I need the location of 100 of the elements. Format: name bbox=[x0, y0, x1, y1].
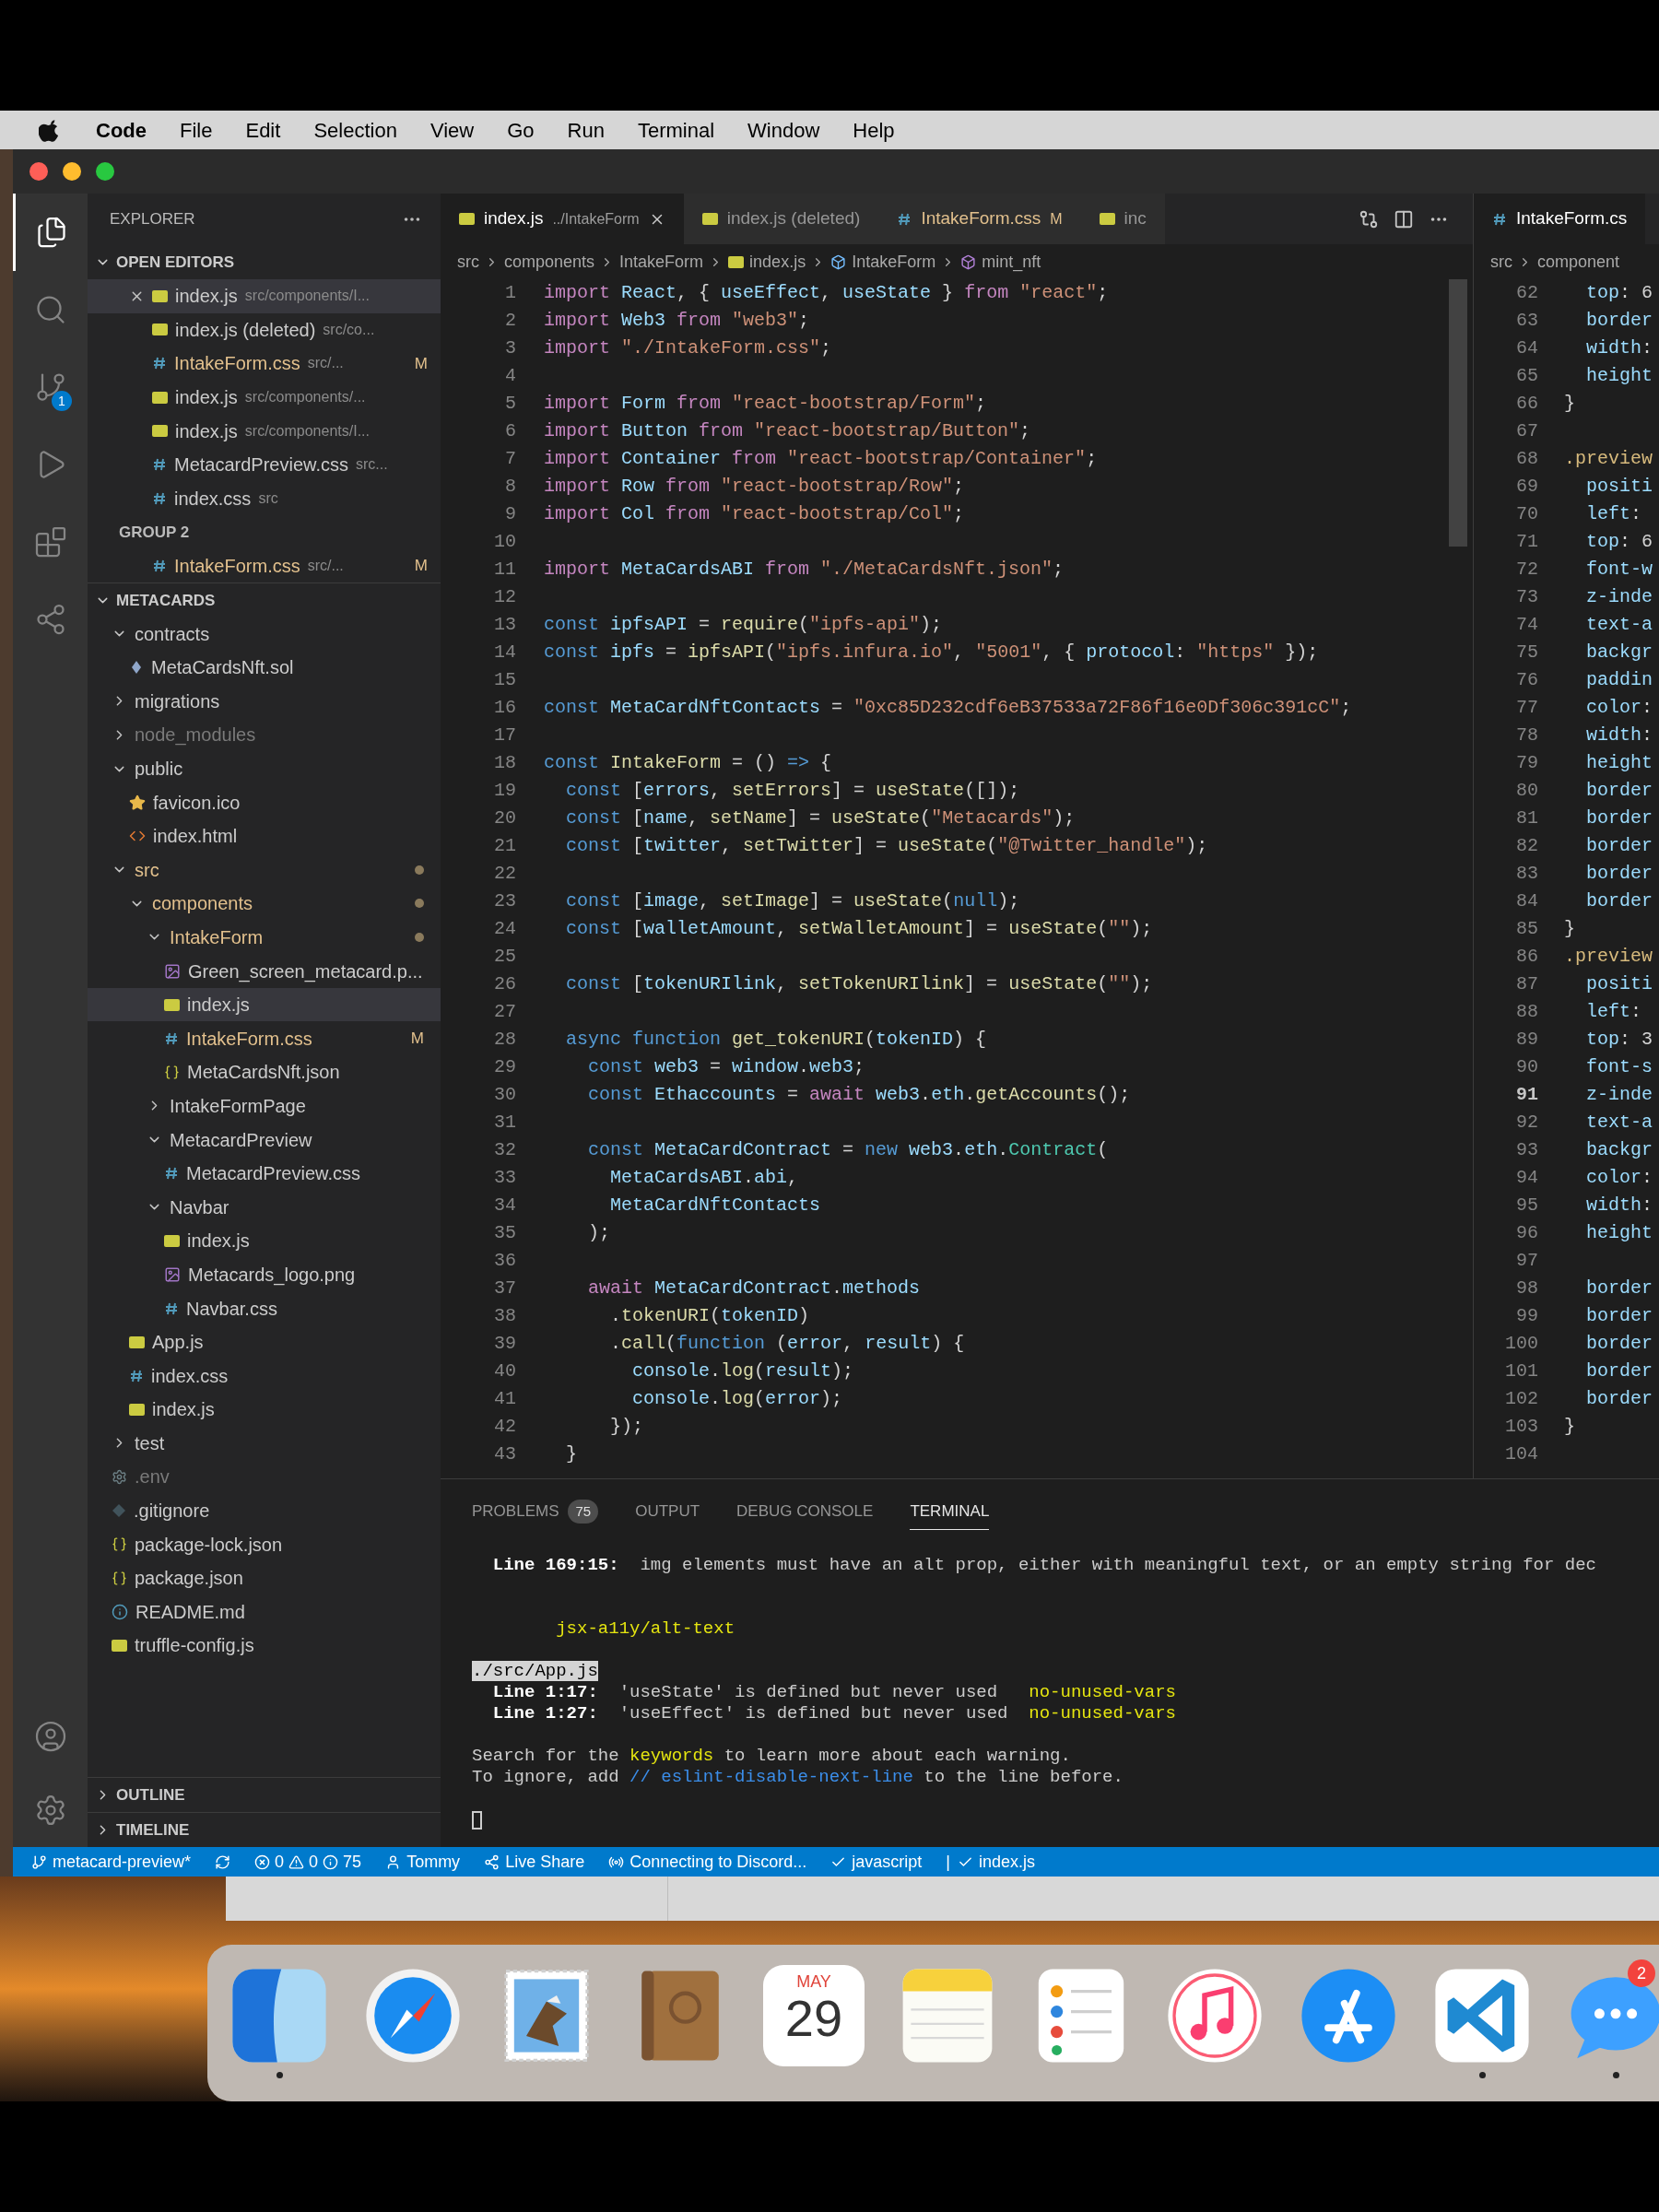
line-number: 28 bbox=[493, 1028, 516, 1052]
split-editor-icon[interactable] bbox=[1394, 208, 1414, 229]
line-number: 79 bbox=[1515, 751, 1538, 775]
breadcrumb[interactable]: mint_nft bbox=[982, 249, 1041, 275]
line-number: 27 bbox=[493, 1000, 516, 1024]
status-item[interactable]: index.js bbox=[958, 1849, 1036, 1875]
tree-item[interactable]: src bbox=[88, 853, 441, 888]
menu-item[interactable]: Code bbox=[96, 114, 147, 146]
compare-icon[interactable] bbox=[1359, 208, 1379, 229]
breadcrumb[interactable]: component bbox=[1537, 249, 1620, 275]
line-number: 7 bbox=[504, 447, 516, 471]
line-number: 82 bbox=[1515, 834, 1538, 858]
open-editor-item[interactable]: index.js src/components/... bbox=[88, 380, 441, 415]
tree-item[interactable]: MetacardPreview.css bbox=[88, 1156, 441, 1191]
tree-item[interactable]: IntakeFormPage bbox=[88, 1088, 441, 1124]
menu-item[interactable]: File bbox=[180, 114, 213, 146]
open-editor-item[interactable]: index.css src bbox=[88, 481, 441, 516]
tree-item[interactable]: Navbar.css bbox=[88, 1291, 441, 1325]
zoom-button[interactable] bbox=[96, 162, 114, 181]
panel-tab[interactable]: OUTPUT bbox=[635, 1493, 700, 1530]
close-window-button[interactable] bbox=[29, 162, 48, 181]
editor-tab[interactable]: index.js ../IntakeForm bbox=[441, 194, 684, 244]
tree-item[interactable]: IntakeForm.css M bbox=[88, 1021, 441, 1056]
panel-tab[interactable]: DEBUG CONSOLE bbox=[736, 1493, 874, 1530]
tree-item[interactable]: package.json bbox=[88, 1560, 441, 1595]
status-item[interactable]: javascript bbox=[830, 1849, 923, 1875]
open-editor-item[interactable]: index.js src/components/I... bbox=[88, 279, 441, 313]
tree-item[interactable]: package-lock.json bbox=[88, 1527, 441, 1561]
activity-item[interactable]: 1 bbox=[13, 348, 88, 426]
code-line: border bbox=[1585, 834, 1653, 858]
breadcrumb[interactable]: components bbox=[504, 249, 595, 275]
status-item[interactable]: Live Share bbox=[484, 1849, 585, 1875]
menu-item[interactable]: Selection bbox=[313, 114, 397, 146]
menu-item[interactable]: Go bbox=[507, 114, 535, 146]
tree-item[interactable]: components bbox=[88, 887, 441, 921]
calendar-icon[interactable]: MAY 29 bbox=[763, 1965, 865, 2066]
code-line: console.log(result); bbox=[631, 1359, 854, 1383]
tree-item[interactable]: favicon.ico bbox=[88, 785, 441, 819]
status-item[interactable]: metacard-preview* bbox=[31, 1849, 192, 1875]
menu-item[interactable]: Run bbox=[567, 114, 605, 146]
menu-item[interactable]: Window bbox=[747, 114, 820, 146]
status-item[interactable]: Tommy bbox=[385, 1849, 461, 1875]
editor-tab[interactable]: IntakeForm.css M bbox=[878, 194, 1081, 244]
breadcrumb[interactable]: IntakeForm bbox=[852, 249, 936, 275]
scrollbar[interactable] bbox=[1449, 279, 1467, 547]
section-header[interactable]: OPEN EDITORS bbox=[88, 245, 441, 279]
tree-item[interactable]: App.js bbox=[88, 1324, 441, 1359]
line-number: 41 bbox=[493, 1387, 516, 1411]
tree-item[interactable]: .gitignore bbox=[88, 1493, 441, 1528]
minimize-button[interactable] bbox=[63, 162, 81, 181]
tree-item[interactable]: .env bbox=[88, 1460, 441, 1494]
code-line: z-inde bbox=[1585, 1083, 1653, 1107]
panel-tab[interactable]: PROBLEMS 75 bbox=[472, 1493, 599, 1530]
breadcrumb[interactable]: IntakeForm bbox=[619, 249, 704, 275]
section-header[interactable]: METACARDS bbox=[88, 582, 441, 618]
tree-item[interactable]: index.js bbox=[88, 1393, 441, 1427]
tree-item[interactable]: migrations bbox=[88, 684, 441, 719]
breadcrumb[interactable]: src bbox=[1490, 249, 1512, 275]
problems-status[interactable]: 0 0 75 bbox=[254, 1849, 362, 1875]
tree-item[interactable]: MetaCardsNft.json bbox=[88, 1055, 441, 1089]
tree-item[interactable]: Navbar bbox=[88, 1190, 441, 1225]
menu-item[interactable]: Terminal bbox=[637, 114, 715, 146]
open-editor-item[interactable]: index.js (deleted) src/co... bbox=[88, 312, 441, 347]
open-editor-item[interactable]: index.js src/components/I... bbox=[88, 414, 441, 448]
tree-item[interactable]: public bbox=[88, 751, 441, 786]
line-number: 36 bbox=[493, 1249, 516, 1273]
tree-item[interactable]: index.js bbox=[88, 987, 441, 1022]
panel-tab[interactable]: TERMINAL bbox=[910, 1493, 990, 1530]
tree-item[interactable]: README.md bbox=[88, 1594, 441, 1630]
tree-item[interactable]: MetacardPreview bbox=[88, 1123, 441, 1157]
open-editor-item[interactable]: IntakeForm.css src/... M bbox=[88, 347, 441, 381]
tree-item[interactable]: test bbox=[88, 1426, 441, 1461]
tree-item[interactable]: Metacards_logo.png bbox=[88, 1257, 441, 1292]
tree-item[interactable]: IntakeForm bbox=[88, 920, 441, 955]
sync-icon[interactable] bbox=[215, 1853, 231, 1870]
menu-item[interactable]: Edit bbox=[245, 114, 281, 146]
code-line: border bbox=[1585, 779, 1653, 803]
editor-tab[interactable]: index.js (deleted) bbox=[683, 194, 879, 244]
tree-item[interactable]: index.js bbox=[88, 1224, 441, 1258]
tree-item[interactable]: node_modules bbox=[88, 718, 441, 752]
tree-item[interactable]: index.html bbox=[88, 818, 441, 853]
tree-item[interactable]: index.css bbox=[88, 1359, 441, 1393]
code-line: width: bbox=[1585, 336, 1653, 360]
breadcrumb[interactable]: index.js bbox=[749, 249, 806, 275]
menu-item[interactable]: View bbox=[429, 114, 475, 146]
tree-item[interactable]: truffle-config.js bbox=[88, 1629, 441, 1663]
tree-item[interactable]: contracts bbox=[88, 617, 441, 651]
open-editor-item[interactable]: IntakeForm.css src/... M bbox=[88, 548, 441, 583]
line-number: 18 bbox=[493, 751, 516, 775]
open-editor-item[interactable]: MetacardPreview.css src... bbox=[88, 447, 441, 482]
tree-item[interactable]: MetaCardsNft.sol bbox=[88, 650, 441, 685]
status-item[interactable]: Connecting to Discord... bbox=[608, 1849, 807, 1875]
tree-item[interactable]: Green_screen_metacard.p... bbox=[88, 954, 441, 988]
breadcrumb[interactable]: src bbox=[457, 249, 479, 275]
git-status: M bbox=[410, 1029, 424, 1049]
editor-tab[interactable]: IntakeForm.cs bbox=[1474, 194, 1646, 244]
menu-item[interactable]: Help bbox=[853, 114, 895, 146]
section-header[interactable]: OUTLINE bbox=[88, 1777, 441, 1812]
line-number: 23 bbox=[493, 889, 516, 913]
editor-tab[interactable]: inc bbox=[1080, 194, 1165, 244]
